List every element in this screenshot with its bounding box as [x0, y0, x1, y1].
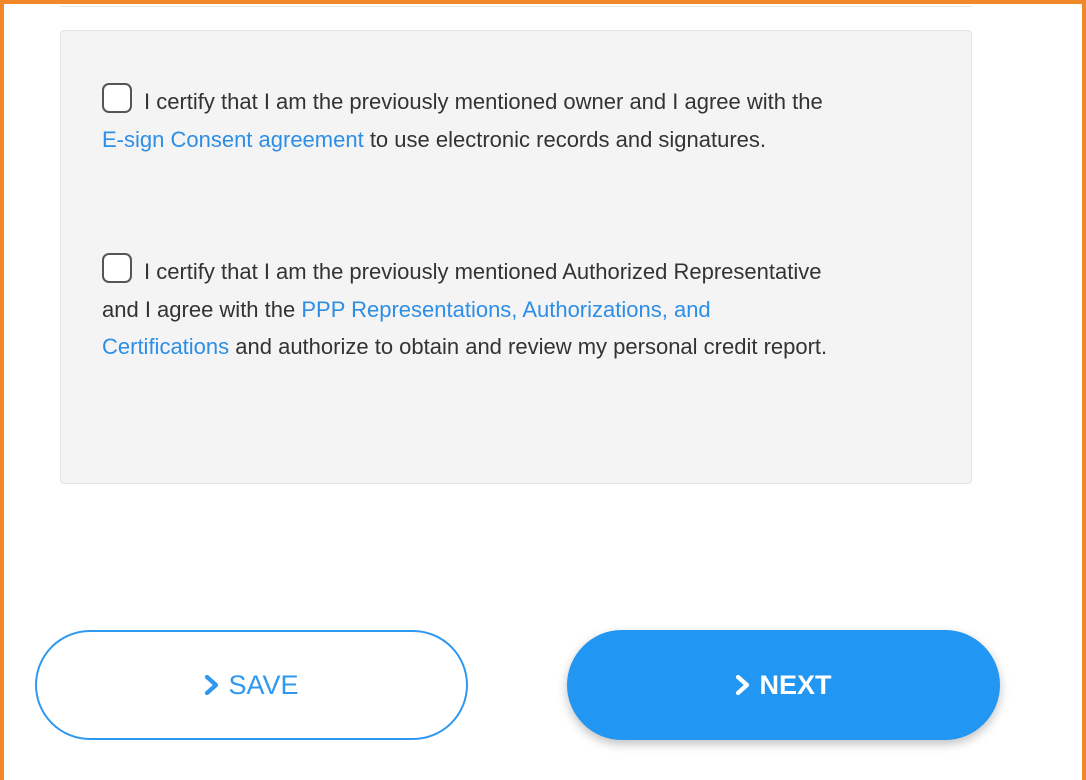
top-divider — [60, 6, 972, 7]
chevron-right-icon — [204, 675, 220, 695]
save-button[interactable]: SAVE — [35, 630, 468, 740]
chevron-right-icon — [735, 675, 751, 695]
esign-consent-link[interactable]: E-sign Consent agreement — [102, 127, 364, 152]
ppp-certification-checkbox[interactable] — [102, 253, 132, 283]
next-button[interactable]: NEXT — [567, 630, 1000, 740]
consent-text-1-before: I certify that I am the previously menti… — [144, 89, 823, 114]
consent-text-2-after: and authorize to obtain and review my pe… — [229, 334, 828, 359]
consent-item-ppp: I certify that I am the previously menti… — [102, 253, 842, 366]
consent-text-1-after: to use electronic records and signatures… — [363, 126, 767, 152]
next-button-label: NEXT — [759, 669, 832, 700]
esign-consent-checkbox[interactable] — [102, 83, 132, 113]
save-button-label: SAVE — [228, 669, 299, 700]
consent-item-esign: I certify that I am the previously menti… — [102, 83, 842, 158]
